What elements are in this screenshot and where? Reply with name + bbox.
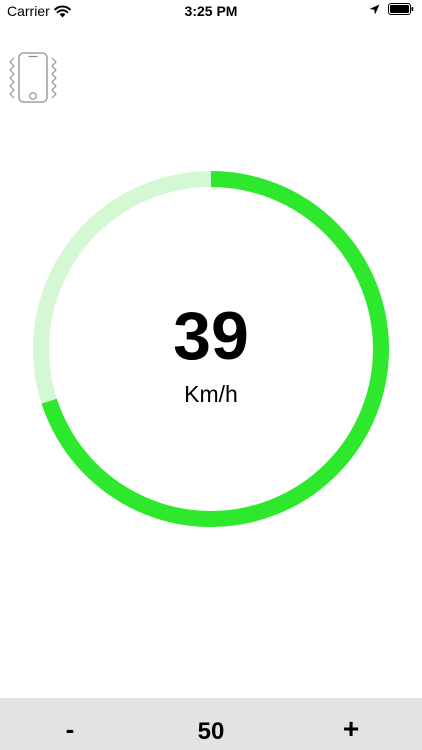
increase-limit-button[interactable]: + [316,698,386,750]
status-time: 3:25 PM [184,3,238,19]
battery-icon [388,3,414,15]
phone-vibrate-icon [9,52,57,103]
speed-value: 39 [173,298,249,374]
location-arrow-icon [369,4,380,14]
decrease-limit-button[interactable]: - [35,698,105,750]
status-bar: Carrier 3:25 PM [0,0,422,22]
vibrate-toggle-button[interactable] [8,52,58,104]
speedometer-screen: Carrier 3:25 PM 39 Km/h - 50 + [0,0,422,750]
speed-limit-bar: - 50 + [0,698,422,750]
status-right [369,3,414,15]
speed-unit: Km/h [184,381,238,407]
